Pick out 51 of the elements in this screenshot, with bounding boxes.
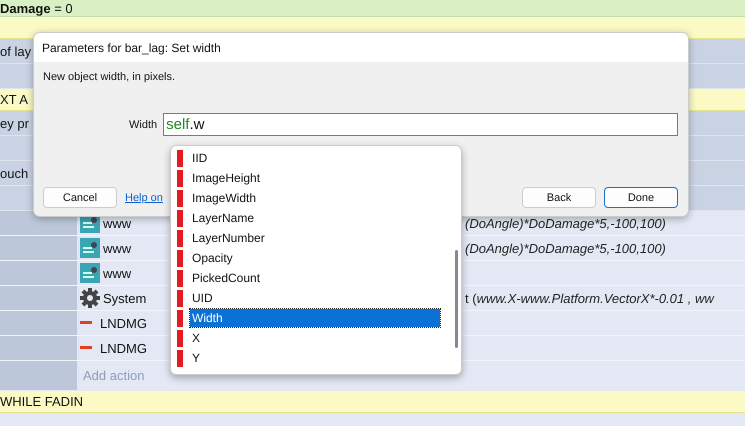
property-icon bbox=[177, 230, 183, 246]
autocomplete-item[interactable]: ImageHeight bbox=[190, 169, 440, 187]
action-expression: (DoAngle)*DoDamage*5,-100,100) bbox=[465, 216, 666, 230]
autocomplete-item[interactable]: ImageWidth bbox=[190, 189, 440, 207]
autocomplete-item[interactable]: Opacity bbox=[190, 249, 440, 267]
autocomplete-item[interactable]: Y bbox=[190, 349, 440, 367]
group-title: WHILE FADIN bbox=[0, 394, 84, 409]
autocomplete-item[interactable]: UID bbox=[190, 289, 440, 307]
property-icon bbox=[177, 310, 183, 326]
autocomplete-item[interactable]: IID bbox=[190, 149, 440, 167]
width-input-field[interactable]: self.w bbox=[163, 113, 678, 136]
dialog-button[interactable]: Back bbox=[522, 187, 596, 208]
scrollbar-thumb[interactable] bbox=[455, 250, 458, 348]
object-name: System bbox=[103, 290, 146, 306]
property-icon bbox=[177, 190, 183, 206]
object-name: www bbox=[103, 216, 132, 230]
property-icon bbox=[177, 150, 183, 166]
object-name: www bbox=[103, 266, 132, 280]
done-button[interactable]: Done bbox=[604, 187, 678, 208]
object-name: www bbox=[103, 240, 132, 256]
object-name: LNDMG bbox=[99, 316, 147, 330]
autocomplete-item[interactable]: X bbox=[190, 329, 440, 347]
sprite-icon bbox=[80, 238, 100, 258]
autocomplete-item[interactable]: LayerName bbox=[190, 209, 440, 227]
variable-text: Damage = 0 bbox=[0, 0, 73, 16]
dialog-button[interactable]: Cancel bbox=[43, 187, 117, 208]
minus-icon bbox=[80, 346, 92, 350]
help-link[interactable]: Help on bbox=[125, 192, 163, 204]
condition-text: of lay bbox=[0, 44, 32, 58]
action-expression: (DoAngle)*DoDamage*5,-100,100) bbox=[465, 240, 666, 256]
sprite-icon bbox=[80, 263, 100, 283]
property-icon bbox=[177, 270, 183, 286]
object-name: LNDMG bbox=[99, 340, 147, 356]
group-title: XT A bbox=[0, 92, 28, 107]
property-icon bbox=[177, 170, 183, 186]
autocomplete-item[interactable]: Width bbox=[190, 309, 440, 327]
dialog-title: Parameters for bar_lag: Set width bbox=[34, 33, 688, 62]
condition-text: ouch bbox=[0, 166, 28, 180]
minus-icon bbox=[80, 321, 92, 325]
property-icon bbox=[177, 210, 183, 226]
field-label: Width bbox=[129, 118, 158, 130]
action-text: t ( bbox=[465, 290, 477, 306]
autocomplete-item[interactable]: LayerNumber bbox=[190, 229, 440, 247]
property-icon bbox=[177, 330, 183, 346]
condition-text: ey pr bbox=[0, 116, 29, 130]
dialog-description: New object width, in pixels. bbox=[43, 71, 176, 83]
property-icon bbox=[177, 350, 183, 366]
action-expression: www.X-www.Platform.VectorX*-0.01 , ww bbox=[476, 290, 714, 306]
property-icon bbox=[177, 250, 183, 266]
autocomplete-item[interactable]: PickedCount bbox=[190, 269, 440, 287]
property-icon bbox=[177, 290, 183, 306]
